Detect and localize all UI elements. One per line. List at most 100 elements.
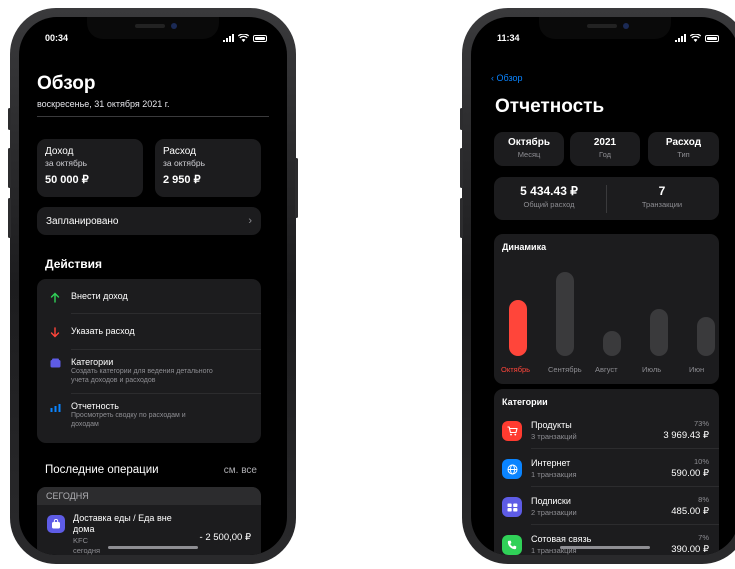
filter-label: Месяц — [517, 150, 541, 159]
filter-label: Год — [599, 150, 611, 159]
phone-icon — [502, 535, 522, 555]
action-reports[interactable]: Отчетность Просмотреть сводку по расхода… — [49, 401, 211, 430]
mute-switch — [8, 108, 11, 130]
total-expense-label: Общий расход — [523, 200, 575, 209]
see-all-link[interactable]: см. все — [224, 465, 257, 476]
chart-bar[interactable] — [509, 299, 527, 356]
income-summary-card[interactable]: Доход за октябрь 50 000 ₽ — [37, 139, 143, 197]
divider — [531, 486, 719, 487]
volume-up-button — [8, 148, 11, 188]
chart-tick-label: Октябрь — [501, 365, 531, 374]
total-expense-value: 5 434.43 ₽ — [520, 184, 578, 198]
category-count: 3 транзакций — [531, 432, 577, 441]
filter-value: Октябрь — [508, 137, 550, 148]
category-amount: 485.00 ₽ — [671, 506, 709, 517]
month-filter[interactable]: Октябрь Месяц — [494, 132, 564, 166]
action-categories[interactable]: Категории Создать категории для ведения … — [49, 357, 231, 386]
battery-icon — [253, 34, 267, 42]
title-divider — [37, 116, 269, 117]
arrow-down-icon — [49, 326, 61, 338]
category-row-subscriptions[interactable]: Подписки 2 транзакции 8% 485.00 ₽ — [502, 494, 709, 520]
chart-bar[interactable] — [697, 316, 715, 356]
back-button[interactable]: ‹ Обзор — [491, 73, 523, 83]
chart-bar[interactable] — [650, 309, 668, 356]
divider — [531, 448, 719, 449]
home-indicator[interactable] — [108, 546, 198, 549]
totals-card: 5 434.43 ₽ Общий расход 7 Транзакции — [494, 177, 719, 220]
category-amount: 3 969.43 ₽ — [663, 430, 709, 441]
category-name: Интернет — [531, 458, 571, 468]
action-add-income[interactable]: Внести доход — [49, 291, 128, 303]
expense-value: 2 950 ₽ — [163, 174, 201, 186]
overview-screen: 00:34 Обзор воскресенье, 31 октября 2021… — [19, 17, 287, 555]
chart-bar[interactable] — [556, 272, 574, 356]
category-percent: 10% — [693, 457, 709, 466]
back-label: Обзор — [496, 73, 523, 83]
category-row-internet[interactable]: Интернет 1 транзакция 10% 590.00 ₽ — [502, 456, 709, 482]
category-row-groceries[interactable]: Продукты 3 транзакций 73% 3 969.43 ₽ — [502, 418, 709, 444]
category-name: Продукты — [531, 420, 572, 430]
day-header: СЕГОДНЯ — [37, 487, 261, 505]
planned-row[interactable]: Запланировано › — [37, 207, 261, 235]
cart-icon — [502, 421, 522, 441]
arrow-up-icon — [49, 291, 61, 303]
transaction-merchant: KFC — [73, 536, 88, 545]
category-name: Подписки — [531, 496, 571, 506]
category-name: Сотовая связь — [531, 534, 592, 544]
category-row-mobile[interactable]: Сотовая связь 1 транзакция 7% 390.00 ₽ — [502, 532, 709, 555]
phone-left: 00:34 Обзор воскресенье, 31 октября 2021… — [8, 8, 298, 564]
filter-value: Расход — [665, 137, 702, 148]
subscription-icon — [502, 497, 522, 517]
planned-label: Запланировано — [46, 215, 119, 227]
globe-icon — [502, 459, 522, 479]
action-label: Отчетность — [71, 401, 119, 411]
signal-icon — [675, 34, 686, 42]
current-date: воскресенье, 31 октября 2021 г. — [37, 99, 170, 109]
action-label: Внести доход — [71, 291, 128, 301]
expense-summary-card[interactable]: Расход за октябрь 2 950 ₽ — [155, 139, 261, 197]
notch — [539, 17, 671, 39]
category-count: 2 транзакции — [531, 508, 577, 517]
category-count: 1 транзакция — [531, 470, 577, 479]
transactions-count-value: 7 — [658, 184, 666, 198]
category-percent: 8% — [698, 495, 709, 504]
page-title: Отчетность — [495, 96, 605, 117]
divider — [71, 313, 261, 314]
bar-chart-icon — [49, 401, 61, 413]
action-label: Категории — [71, 357, 114, 367]
actions-title: Действия — [45, 257, 103, 271]
category-percent: 73% — [693, 419, 709, 428]
chart-bar[interactable] — [603, 331, 621, 356]
volume-down-button — [8, 198, 11, 238]
notch — [87, 17, 219, 39]
actions-list: Внести доход Указать расход Категории Со… — [37, 279, 261, 443]
filter-value: 2021 — [593, 137, 617, 148]
wifi-icon — [238, 34, 249, 42]
type-filter[interactable]: Расход Тип — [648, 132, 719, 166]
recent-operations-title: Последние операции — [45, 464, 159, 476]
status-time: 11:34 — [497, 33, 520, 43]
chevron-right-icon: › — [248, 215, 252, 227]
phone-right: 11:34 ‹ Обзор Отчетность Октябрь Месяц 2… — [460, 8, 735, 564]
chart-tick-label: Август — [595, 365, 618, 374]
home-indicator[interactable] — [560, 546, 650, 549]
battery-icon — [705, 34, 719, 42]
categories-card: Категории Продукты 3 транзакций 73% 3 96… — [494, 389, 719, 555]
year-filter[interactable]: 2021 Год — [570, 132, 640, 166]
expense-title: Расход — [163, 146, 196, 157]
chart-tick-label: Июн — [689, 365, 705, 374]
filter-label: Тип — [677, 150, 690, 159]
action-add-expense[interactable]: Указать расход — [49, 326, 135, 338]
category-percent: 7% — [698, 533, 709, 542]
transactions-count-label: Транзакции — [641, 200, 683, 209]
action-description: Просмотреть сводку по расходам и доходам — [71, 412, 186, 428]
dynamics-chart-card: Динамика Октябрь Сентябрь Август Июль Июн — [494, 234, 719, 384]
income-value: 50 000 ₽ — [45, 174, 89, 186]
power-button — [295, 158, 298, 218]
transactions-count-stat: 7 Транзакции — [607, 184, 717, 209]
divider — [531, 524, 719, 525]
categories-title: Категории — [502, 397, 548, 407]
transaction-amount: - 2 500,00 ₽ — [199, 532, 251, 543]
divider — [71, 349, 261, 350]
status-time: 00:34 — [45, 33, 69, 43]
